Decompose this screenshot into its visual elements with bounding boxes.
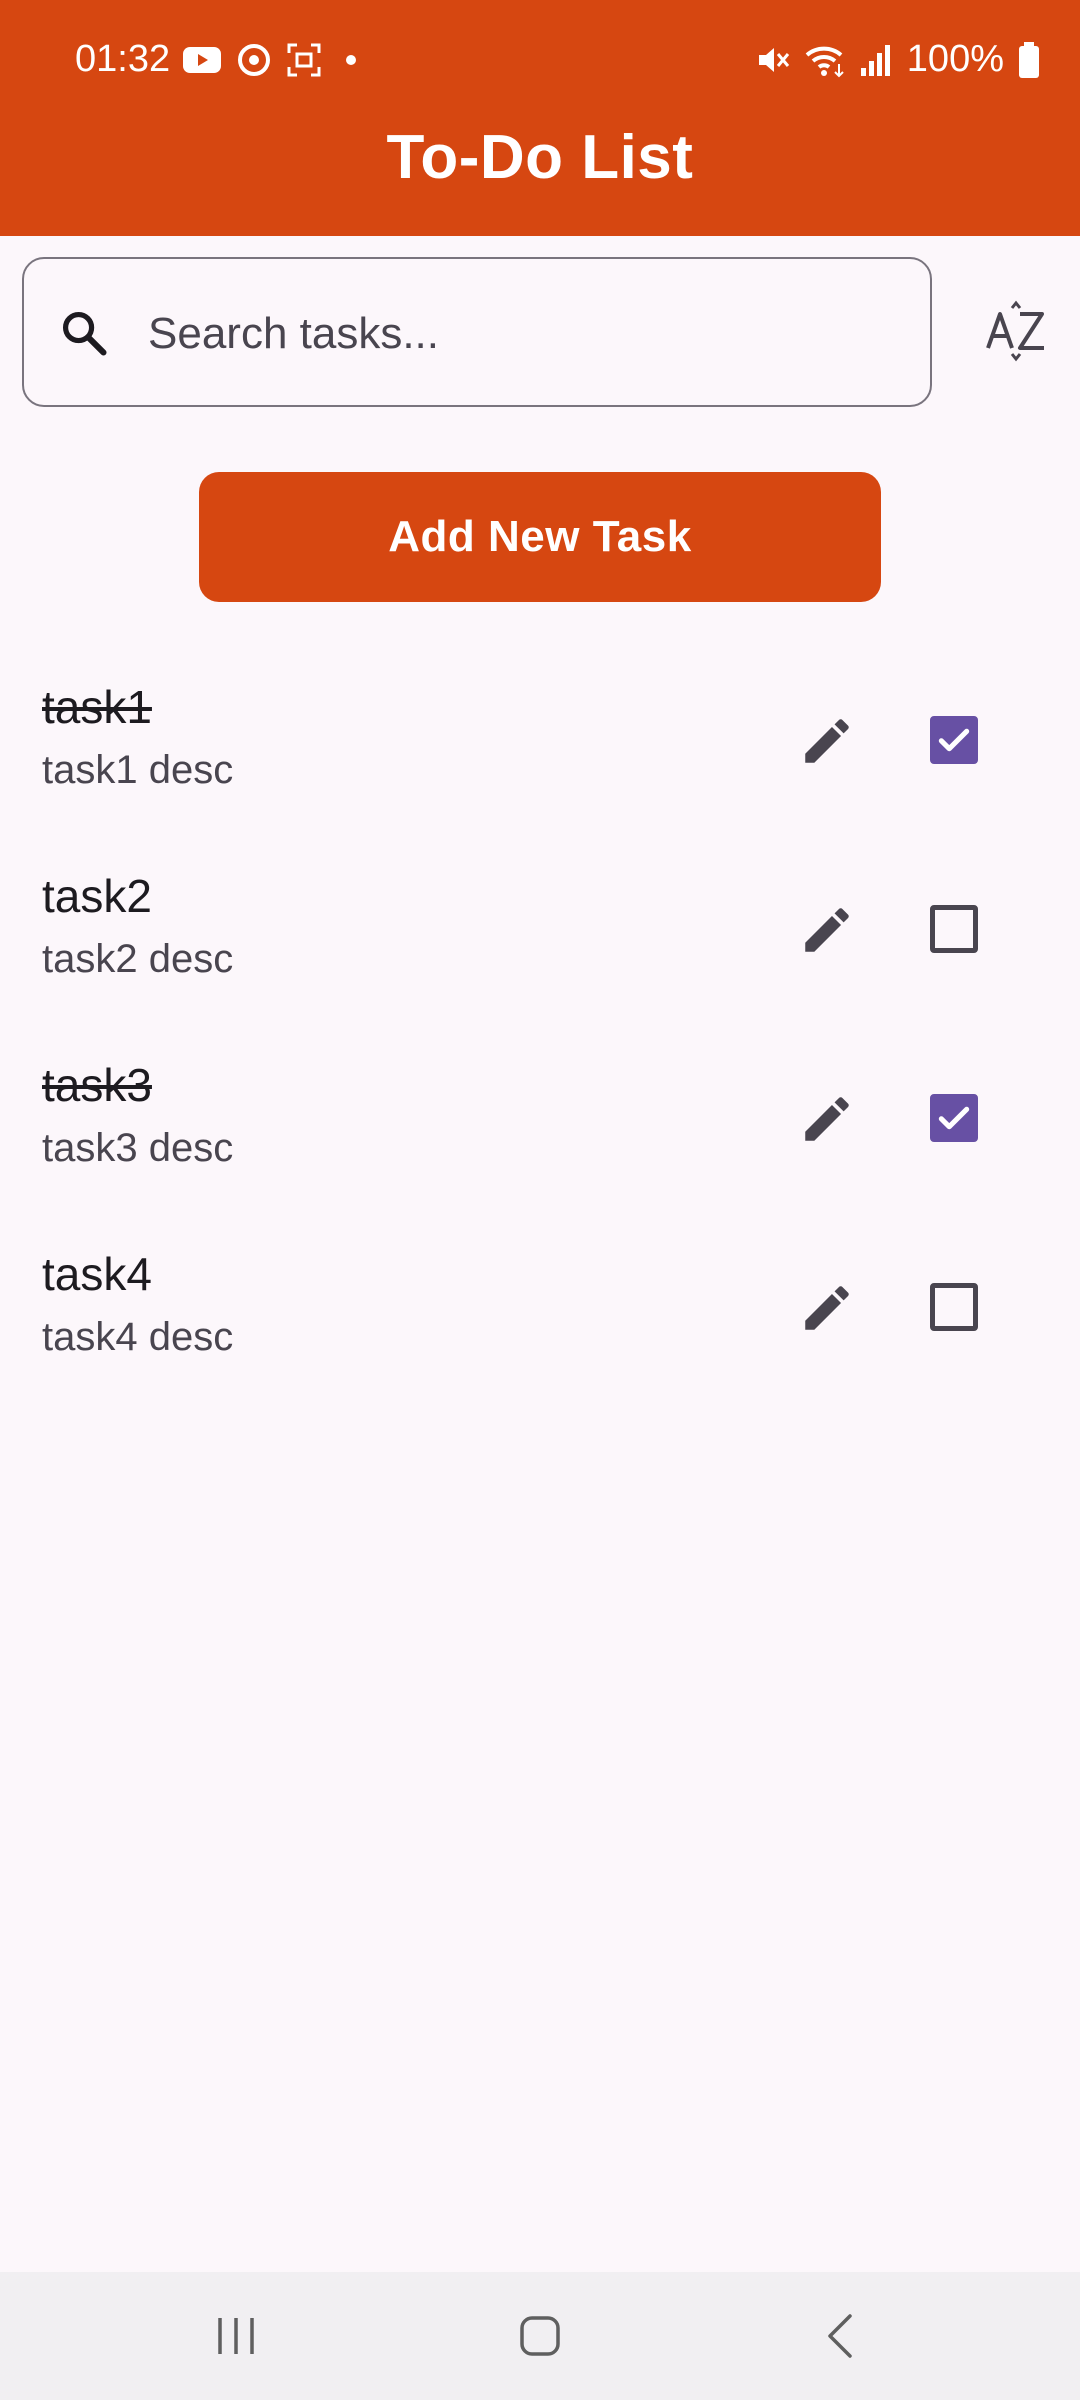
wifi-icon	[805, 46, 844, 77]
task-description: task3 desc	[42, 1126, 234, 1170]
search-box[interactable]	[22, 257, 932, 407]
home-icon[interactable]	[510, 2306, 570, 2366]
sync-icon	[238, 44, 270, 76]
task-title: task3	[42, 1059, 152, 1111]
mute-icon	[758, 47, 789, 72]
task-title: task4	[42, 1248, 152, 1300]
task-checkbox[interactable]	[930, 1094, 978, 1142]
task-checkbox[interactable]	[930, 905, 978, 953]
status-bar: 01:32 100%	[0, 28, 1080, 96]
search-input[interactable]	[148, 289, 888, 379]
check-icon	[938, 728, 970, 752]
navigation-bar	[0, 2272, 1080, 2400]
edit-icon[interactable]	[798, 712, 856, 770]
app-bar: 01:32 100% To-Do List	[0, 0, 1080, 236]
youtube-icon	[183, 47, 221, 73]
task-title: task2	[42, 870, 152, 922]
task-row: task2 task2 desc	[0, 849, 1080, 1038]
dot-icon	[346, 55, 356, 65]
screenshot-icon	[287, 43, 321, 77]
add-new-task-button[interactable]: Add New Task	[199, 472, 881, 602]
task-description: task4 desc	[42, 1315, 234, 1359]
battery-icon	[1019, 41, 1039, 78]
page-title: To-Do List	[386, 123, 694, 192]
sort-az-icon	[986, 300, 1044, 362]
task-checkbox[interactable]	[930, 1283, 978, 1331]
task-title: task1	[42, 681, 152, 733]
back-icon[interactable]	[812, 2306, 872, 2366]
task-description: task1 desc	[42, 748, 234, 792]
signal-icon	[860, 44, 890, 76]
status-right: 100%	[755, 38, 1040, 81]
status-left-icons	[182, 42, 366, 78]
status-time: 01:32	[75, 38, 171, 80]
edit-icon[interactable]	[798, 1090, 856, 1148]
search-icon	[62, 311, 107, 356]
task-row: task3 task3 desc	[0, 1038, 1080, 1227]
check-icon	[938, 1106, 970, 1130]
recents-icon[interactable]	[206, 2306, 266, 2366]
task-row: task4 task4 desc	[0, 1227, 1080, 1416]
task-description: task2 desc	[42, 937, 234, 981]
edit-icon[interactable]	[798, 1279, 856, 1337]
battery-percent: 100%	[906, 38, 1004, 80]
task-row: task1 task1 desc	[0, 660, 1080, 849]
task-checkbox[interactable]	[930, 716, 978, 764]
edit-icon[interactable]	[798, 901, 856, 959]
sort-az-button[interactable]	[980, 296, 1054, 370]
task-list: task1 task1 desc task2 task2 desc task3 …	[0, 660, 1080, 1416]
